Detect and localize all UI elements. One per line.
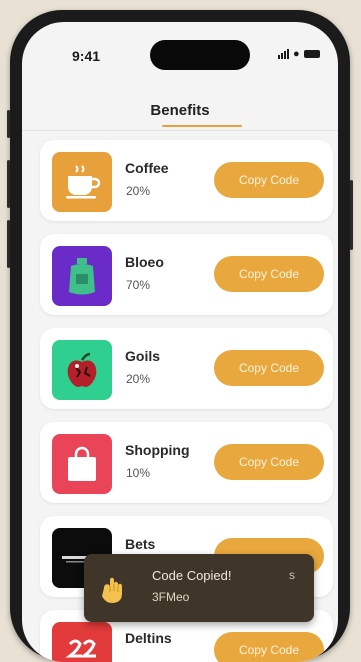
benefit-card: Goils 20% Copy Code [40, 328, 333, 409]
benefit-name: Shopping [125, 442, 190, 458]
copy-code-button[interactable]: Copy Code [214, 162, 324, 198]
benefit-name: Deltins [125, 630, 172, 646]
benefit-icon [52, 622, 112, 662]
benefit-name: Coffee [125, 160, 169, 176]
toast-code: 3FMeo [152, 590, 190, 604]
benefit-name: Goils [125, 348, 161, 364]
benefit-name: Bets [125, 536, 156, 552]
benefit-discount: 10% [126, 466, 151, 480]
bag-icon [69, 258, 95, 295]
phone-frame: 9:41 ● Benefits Coffee 20% Copy Code Blo… [7, 10, 353, 662]
benefit-icon [52, 152, 112, 212]
benefit-card: Bloeo 70% Copy Code [40, 234, 333, 315]
mute-switch [7, 110, 10, 138]
benefit-icon [52, 434, 112, 494]
copy-code-button[interactable]: Copy Code [214, 350, 324, 386]
coffee-cup-icon [66, 165, 101, 199]
benefit-icon [52, 340, 112, 400]
copy-code-button[interactable]: Copy Code [214, 256, 324, 292]
benefit-discount: 20% [126, 372, 151, 386]
benefit-card: Coffee 20% Copy Code [40, 140, 333, 221]
copy-code-button[interactable]: Copy Code [214, 444, 324, 480]
phone-screen: 9:41 ● Benefits Coffee 20% Copy Code Blo… [22, 22, 338, 662]
shopping-bag-icon [68, 446, 96, 481]
benefit-card: Shopping 10% Copy Code [40, 422, 333, 503]
benefit-icon [52, 246, 112, 306]
benefit-name: Bloeo [125, 254, 164, 270]
benefit-discount: 20% [126, 184, 151, 198]
power-button [350, 180, 353, 250]
volume-down-button [7, 220, 10, 268]
volume-up-button [7, 160, 10, 208]
toast-close-button[interactable]: s [289, 568, 295, 582]
copied-toast: Code Copied! 3FMeo s [84, 554, 314, 622]
benefit-discount: 70% [126, 278, 151, 292]
toast-title: Code Copied! [152, 568, 232, 583]
apple-icon [67, 352, 97, 387]
hand-icon [102, 577, 122, 603]
